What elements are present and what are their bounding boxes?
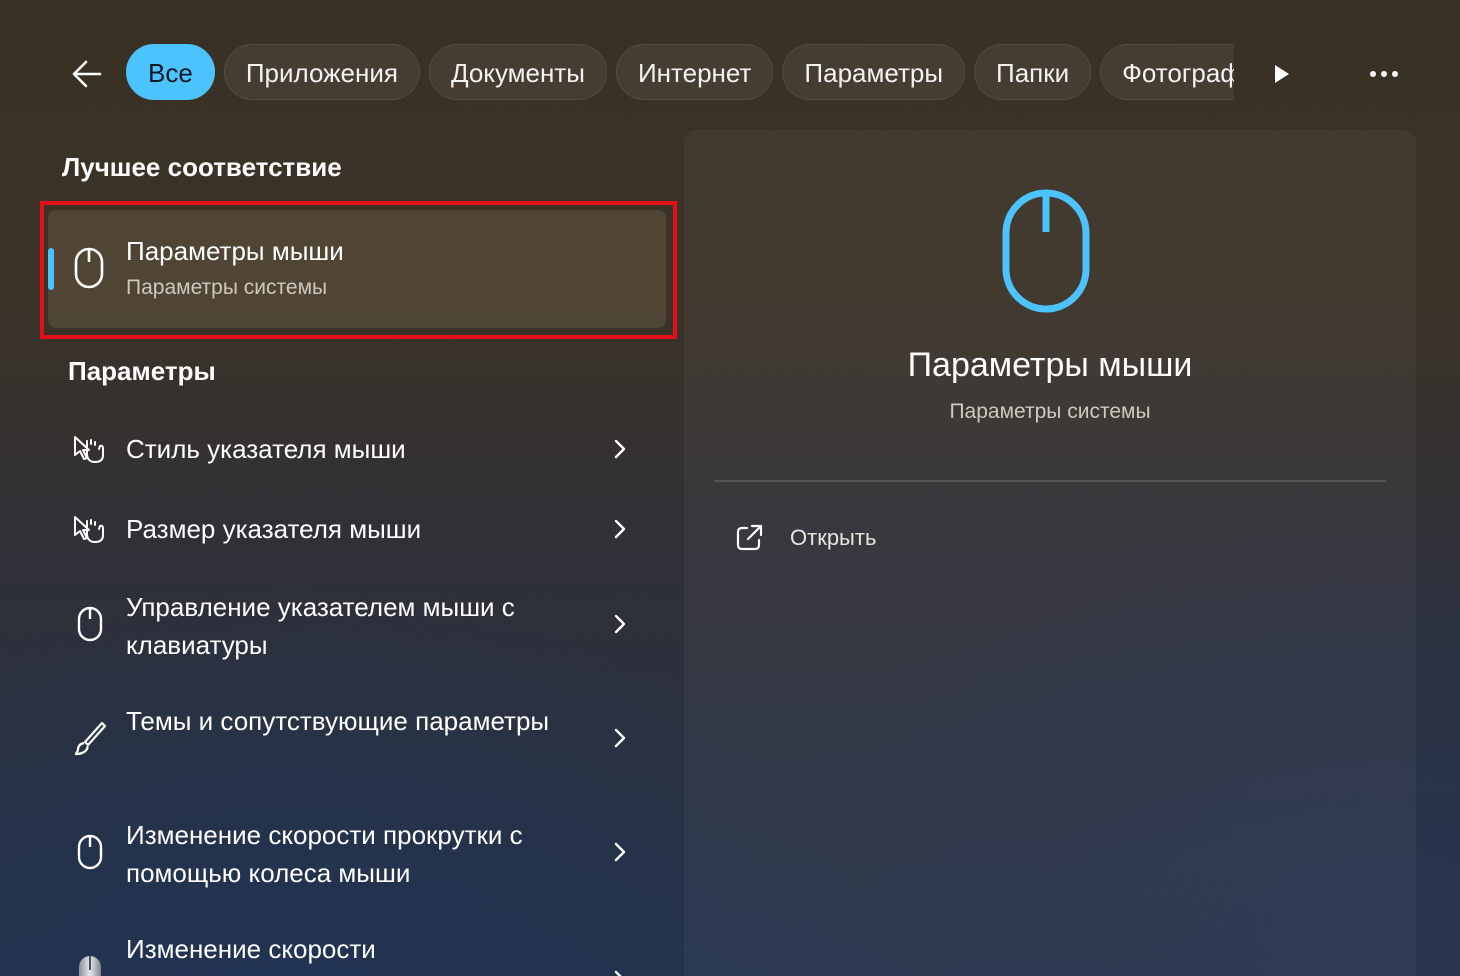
best-match-heading: Лучшее соответствие bbox=[62, 152, 342, 182]
list-item-label: Изменение скорости прокрутки с помощью к… bbox=[126, 820, 523, 888]
best-match-title: Параметры мыши bbox=[126, 236, 344, 266]
filter-tab-settings[interactable]: Параметры bbox=[782, 44, 966, 100]
mouse-device-icon bbox=[79, 956, 101, 976]
list-item-pointer-style[interactable]: Стиль указателя мыши bbox=[48, 410, 666, 488]
open-action[interactable]: Открыть bbox=[734, 520, 876, 556]
back-button[interactable] bbox=[64, 52, 108, 96]
open-action-label: Открыть bbox=[790, 525, 877, 550]
list-item-pointer-size[interactable]: Размер указателя мыши bbox=[48, 490, 666, 568]
best-match-subtitle: Параметры системы bbox=[126, 276, 328, 299]
chevron-right-icon bbox=[614, 519, 626, 539]
preview-title: Параметры мыши bbox=[907, 346, 1193, 384]
mouse-pointer-style-icon bbox=[74, 516, 104, 543]
scroll-filters-button[interactable] bbox=[1264, 56, 1300, 92]
open-external-icon bbox=[736, 524, 763, 551]
more-horizontal-icon bbox=[1370, 71, 1398, 77]
filter-tab-documents[interactable]: Документы bbox=[428, 44, 607, 100]
list-item-label: Управление указателем мыши с клавиатуры bbox=[126, 592, 515, 660]
mouse-icon bbox=[77, 606, 103, 642]
mouse-pointer-style-icon bbox=[74, 436, 104, 463]
mouse-icon bbox=[77, 834, 103, 870]
filter-tabs: Все Приложения Документы Интернет Параме… bbox=[126, 44, 1234, 104]
filter-tab-all[interactable]: Все bbox=[126, 44, 215, 100]
arrow-left-icon bbox=[72, 60, 102, 88]
filter-tab-photos[interactable]: Фотографии bbox=[1100, 44, 1234, 100]
chevron-right-icon bbox=[614, 842, 626, 862]
filter-tab-folders[interactable]: Папки bbox=[974, 44, 1092, 100]
more-options-button[interactable] bbox=[1360, 56, 1408, 92]
preview-subtitle: Параметры системы bbox=[949, 400, 1151, 423]
brush-icon bbox=[74, 721, 107, 756]
list-item-keyboard-mouse[interactable]: Управление указателем мыши с клавиатуры bbox=[48, 586, 666, 662]
filter-tab-apps[interactable]: Приложения bbox=[223, 44, 420, 100]
list-item-label: Изменение скорости bbox=[126, 934, 376, 964]
list-item-speed[interactable]: Изменение скорости bbox=[48, 928, 666, 976]
chevron-right-icon bbox=[614, 614, 626, 634]
preview-divider bbox=[714, 480, 1386, 482]
filter-bar: Все Приложения Документы Интернет Параме… bbox=[0, 0, 1460, 140]
preview-pane: Параметры мыши Параметры системы Открыть bbox=[684, 130, 1416, 976]
mouse-icon bbox=[1002, 189, 1090, 313]
play-right-icon bbox=[1275, 65, 1289, 83]
best-match-item[interactable]: Параметры мыши Параметры системы bbox=[48, 210, 666, 328]
list-item-label: Темы и сопутствующие параметры bbox=[126, 706, 550, 736]
list-item-label: Стиль указателя мыши bbox=[126, 434, 406, 464]
mouse-icon bbox=[74, 247, 104, 289]
settings-section-heading: Параметры bbox=[68, 356, 216, 386]
chevron-right-icon bbox=[614, 439, 626, 459]
filter-tab-web[interactable]: Интернет bbox=[615, 44, 774, 100]
chevron-right-icon bbox=[614, 728, 626, 748]
chevron-right-icon bbox=[614, 970, 622, 976]
selection-indicator bbox=[48, 248, 54, 290]
list-item-scroll-speed[interactable]: Изменение скорости прокрутки с помощью к… bbox=[48, 814, 666, 890]
list-item-themes[interactable]: Темы и сопутствующие параметры bbox=[48, 700, 666, 776]
list-item-label: Размер указателя мыши bbox=[126, 514, 422, 544]
